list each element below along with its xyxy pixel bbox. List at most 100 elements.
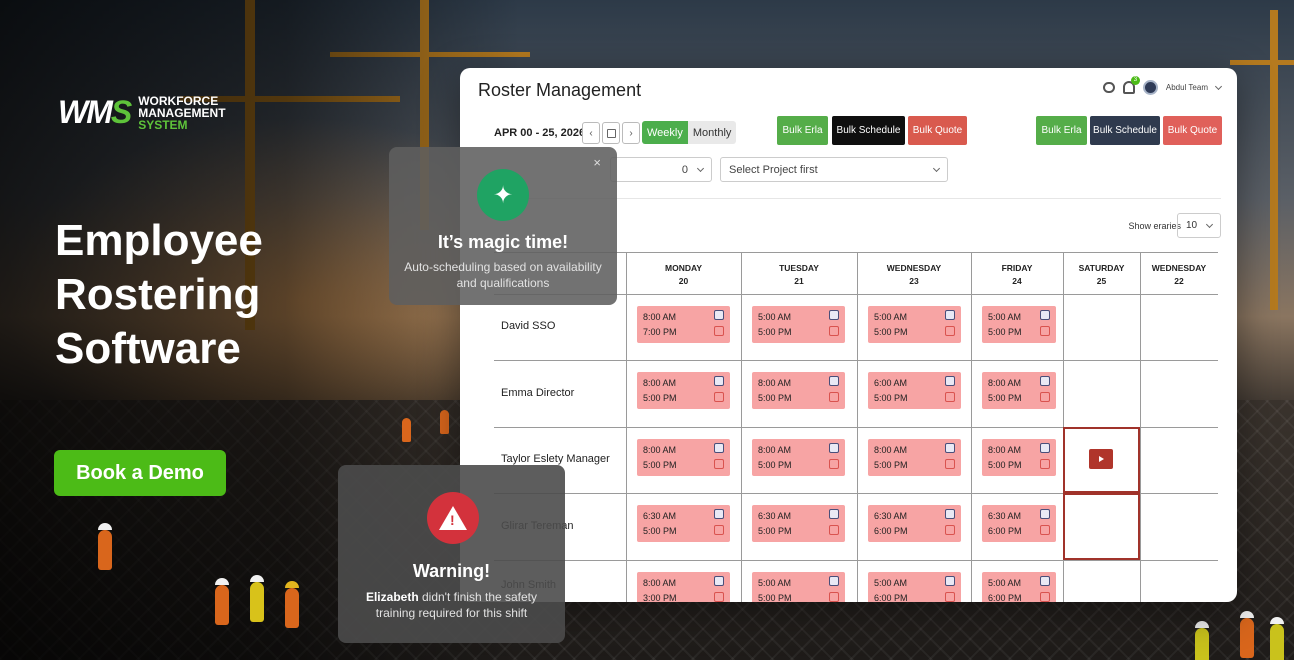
delete-icon[interactable] [714,392,724,402]
day-name: WEDNESDAY [1151,263,1207,273]
edit-icon[interactable] [945,310,955,320]
bulk-quote-button[interactable]: Bulk Quote [908,116,967,145]
edit-icon[interactable] [714,443,724,453]
delete-icon[interactable] [829,392,839,402]
shift-block[interactable]: 6:30 AM 6:00 PM [982,505,1056,542]
shift-block[interactable]: 6:30 AM 6:00 PM [868,505,961,542]
chat-icon[interactable] [1102,82,1115,93]
project-select[interactable]: Select Project first [720,157,948,182]
shift-start: 8:00 AM [758,378,792,388]
shift-block[interactable]: 8:00 AM 7:00 PM [637,306,730,343]
edit-icon[interactable] [714,509,724,519]
bulk-schedule-button-2[interactable]: Bulk Schedule [1090,116,1160,145]
bulk-quote-button-2[interactable]: Bulk Quote [1163,116,1222,145]
selected-cell[interactable] [1063,493,1140,560]
edit-icon[interactable] [945,376,955,386]
shift-block[interactable]: 5:00 AM 5:00 PM [982,306,1056,343]
logo-mark: WMS [58,94,132,130]
bell-icon[interactable]: 3 [1122,76,1140,94]
edit-icon[interactable] [1040,443,1050,453]
shift-block[interactable]: 8:00 AM 5:00 PM [752,439,845,476]
user-name[interactable]: Abdul Team [1166,83,1208,92]
bulk-erla-button-2[interactable]: Bulk Erla [1036,116,1087,145]
edit-icon[interactable] [829,376,839,386]
next-week-button[interactable]: › [622,122,640,144]
delete-icon[interactable] [829,326,839,336]
shift-block[interactable]: 5:00 AM 5:00 PM [868,306,961,343]
shift-block[interactable]: 5:00 AM 6:00 PM [868,572,961,602]
bulk-erla-button[interactable]: Bulk Erla [777,116,828,145]
delete-icon[interactable] [1040,525,1050,535]
shift-block[interactable]: 5:00 AM 6:00 PM [982,572,1056,602]
delete-icon[interactable] [714,525,724,535]
delete-icon[interactable] [945,592,955,602]
delete-icon[interactable] [945,326,955,336]
delete-icon[interactable] [829,525,839,535]
delete-icon[interactable] [714,459,724,469]
calendar-button[interactable] [602,122,620,144]
day-name: TUESDAY [779,263,819,273]
edit-icon[interactable] [829,576,839,586]
delete-icon[interactable] [714,592,724,602]
shift-start: 8:00 AM [643,445,677,455]
delete-icon[interactable] [829,459,839,469]
edit-icon[interactable] [714,310,724,320]
edit-icon[interactable] [945,509,955,519]
delete-icon[interactable] [1040,459,1050,469]
delete-icon[interactable] [1040,326,1050,336]
shift-block[interactable]: 8:00 AM 5:00 PM [868,439,961,476]
edit-icon[interactable] [714,576,724,586]
date-range: APR 00 - 25, 2026 [494,127,586,139]
avatar[interactable] [1142,80,1158,95]
book-demo-button[interactable]: Book a Demo [54,450,226,496]
shift-block[interactable]: 8:00 AM 5:00 PM [637,372,730,409]
chevron-down-icon[interactable] [1214,82,1223,90]
shift-block[interactable]: 8:00 AM 3:00 PM [637,572,730,602]
shift-block[interactable]: 8:00 AM 5:00 PM [982,372,1056,409]
notification-badge: 3 [1130,76,1140,85]
delete-icon[interactable] [945,392,955,402]
edit-icon[interactable] [1040,509,1050,519]
shift-block[interactable]: 6:00 AM 5:00 PM [868,372,961,409]
delete-icon[interactable] [1040,592,1050,602]
edit-icon[interactable] [945,576,955,586]
edit-icon[interactable] [1040,310,1050,320]
shift-block[interactable]: 5:00 AM 5:00 PM [752,572,845,602]
bulk-schedule-button[interactable]: Bulk Schedule [832,116,905,145]
edit-icon[interactable] [829,443,839,453]
grid-row-line [494,360,1218,361]
edit-icon[interactable] [829,310,839,320]
tab-weekly[interactable]: Weekly [642,121,688,144]
close-icon[interactable]: × [593,155,601,170]
hero-headline: Employee Rostering Software [55,216,263,373]
edit-icon[interactable] [1040,376,1050,386]
edit-icon[interactable] [945,443,955,453]
play-icon[interactable] [1089,449,1113,469]
shift-start: 8:00 AM [643,378,677,388]
shift-block[interactable]: 8:00 AM 5:00 PM [637,439,730,476]
day-date: 22 [1174,276,1184,286]
edit-icon[interactable] [829,509,839,519]
day-header: WEDNESDAY 22 [1140,262,1218,288]
delete-icon[interactable] [714,326,724,336]
prev-week-button[interactable]: ‹ [582,122,600,144]
shift-block[interactable]: 5:00 AM 5:00 PM [752,306,845,343]
delete-icon[interactable] [945,459,955,469]
filter-select[interactable]: 0 [610,157,712,182]
shift-block[interactable]: 6:30 AM 5:00 PM [752,505,845,542]
shift-start: 5:00 AM [758,578,792,588]
shift-block[interactable]: 8:00 AM 5:00 PM [752,372,845,409]
edit-icon[interactable] [714,376,724,386]
tab-monthly[interactable]: Monthly [687,121,737,144]
entries-select[interactable]: 10 [1177,213,1221,238]
logo-wordmark: WORKFORCE MANAGEMENT SYSTEM [138,93,226,132]
shift-block[interactable]: 6:30 AM 5:00 PM [637,505,730,542]
shift-start: 8:00 AM [643,578,677,588]
day-date: 21 [794,276,804,286]
delete-icon[interactable] [1040,392,1050,402]
shift-block[interactable]: 8:00 AM 5:00 PM [982,439,1056,476]
delete-icon[interactable] [945,525,955,535]
shift-end: 5:00 PM [758,393,792,403]
edit-icon[interactable] [1040,576,1050,586]
delete-icon[interactable] [829,592,839,602]
